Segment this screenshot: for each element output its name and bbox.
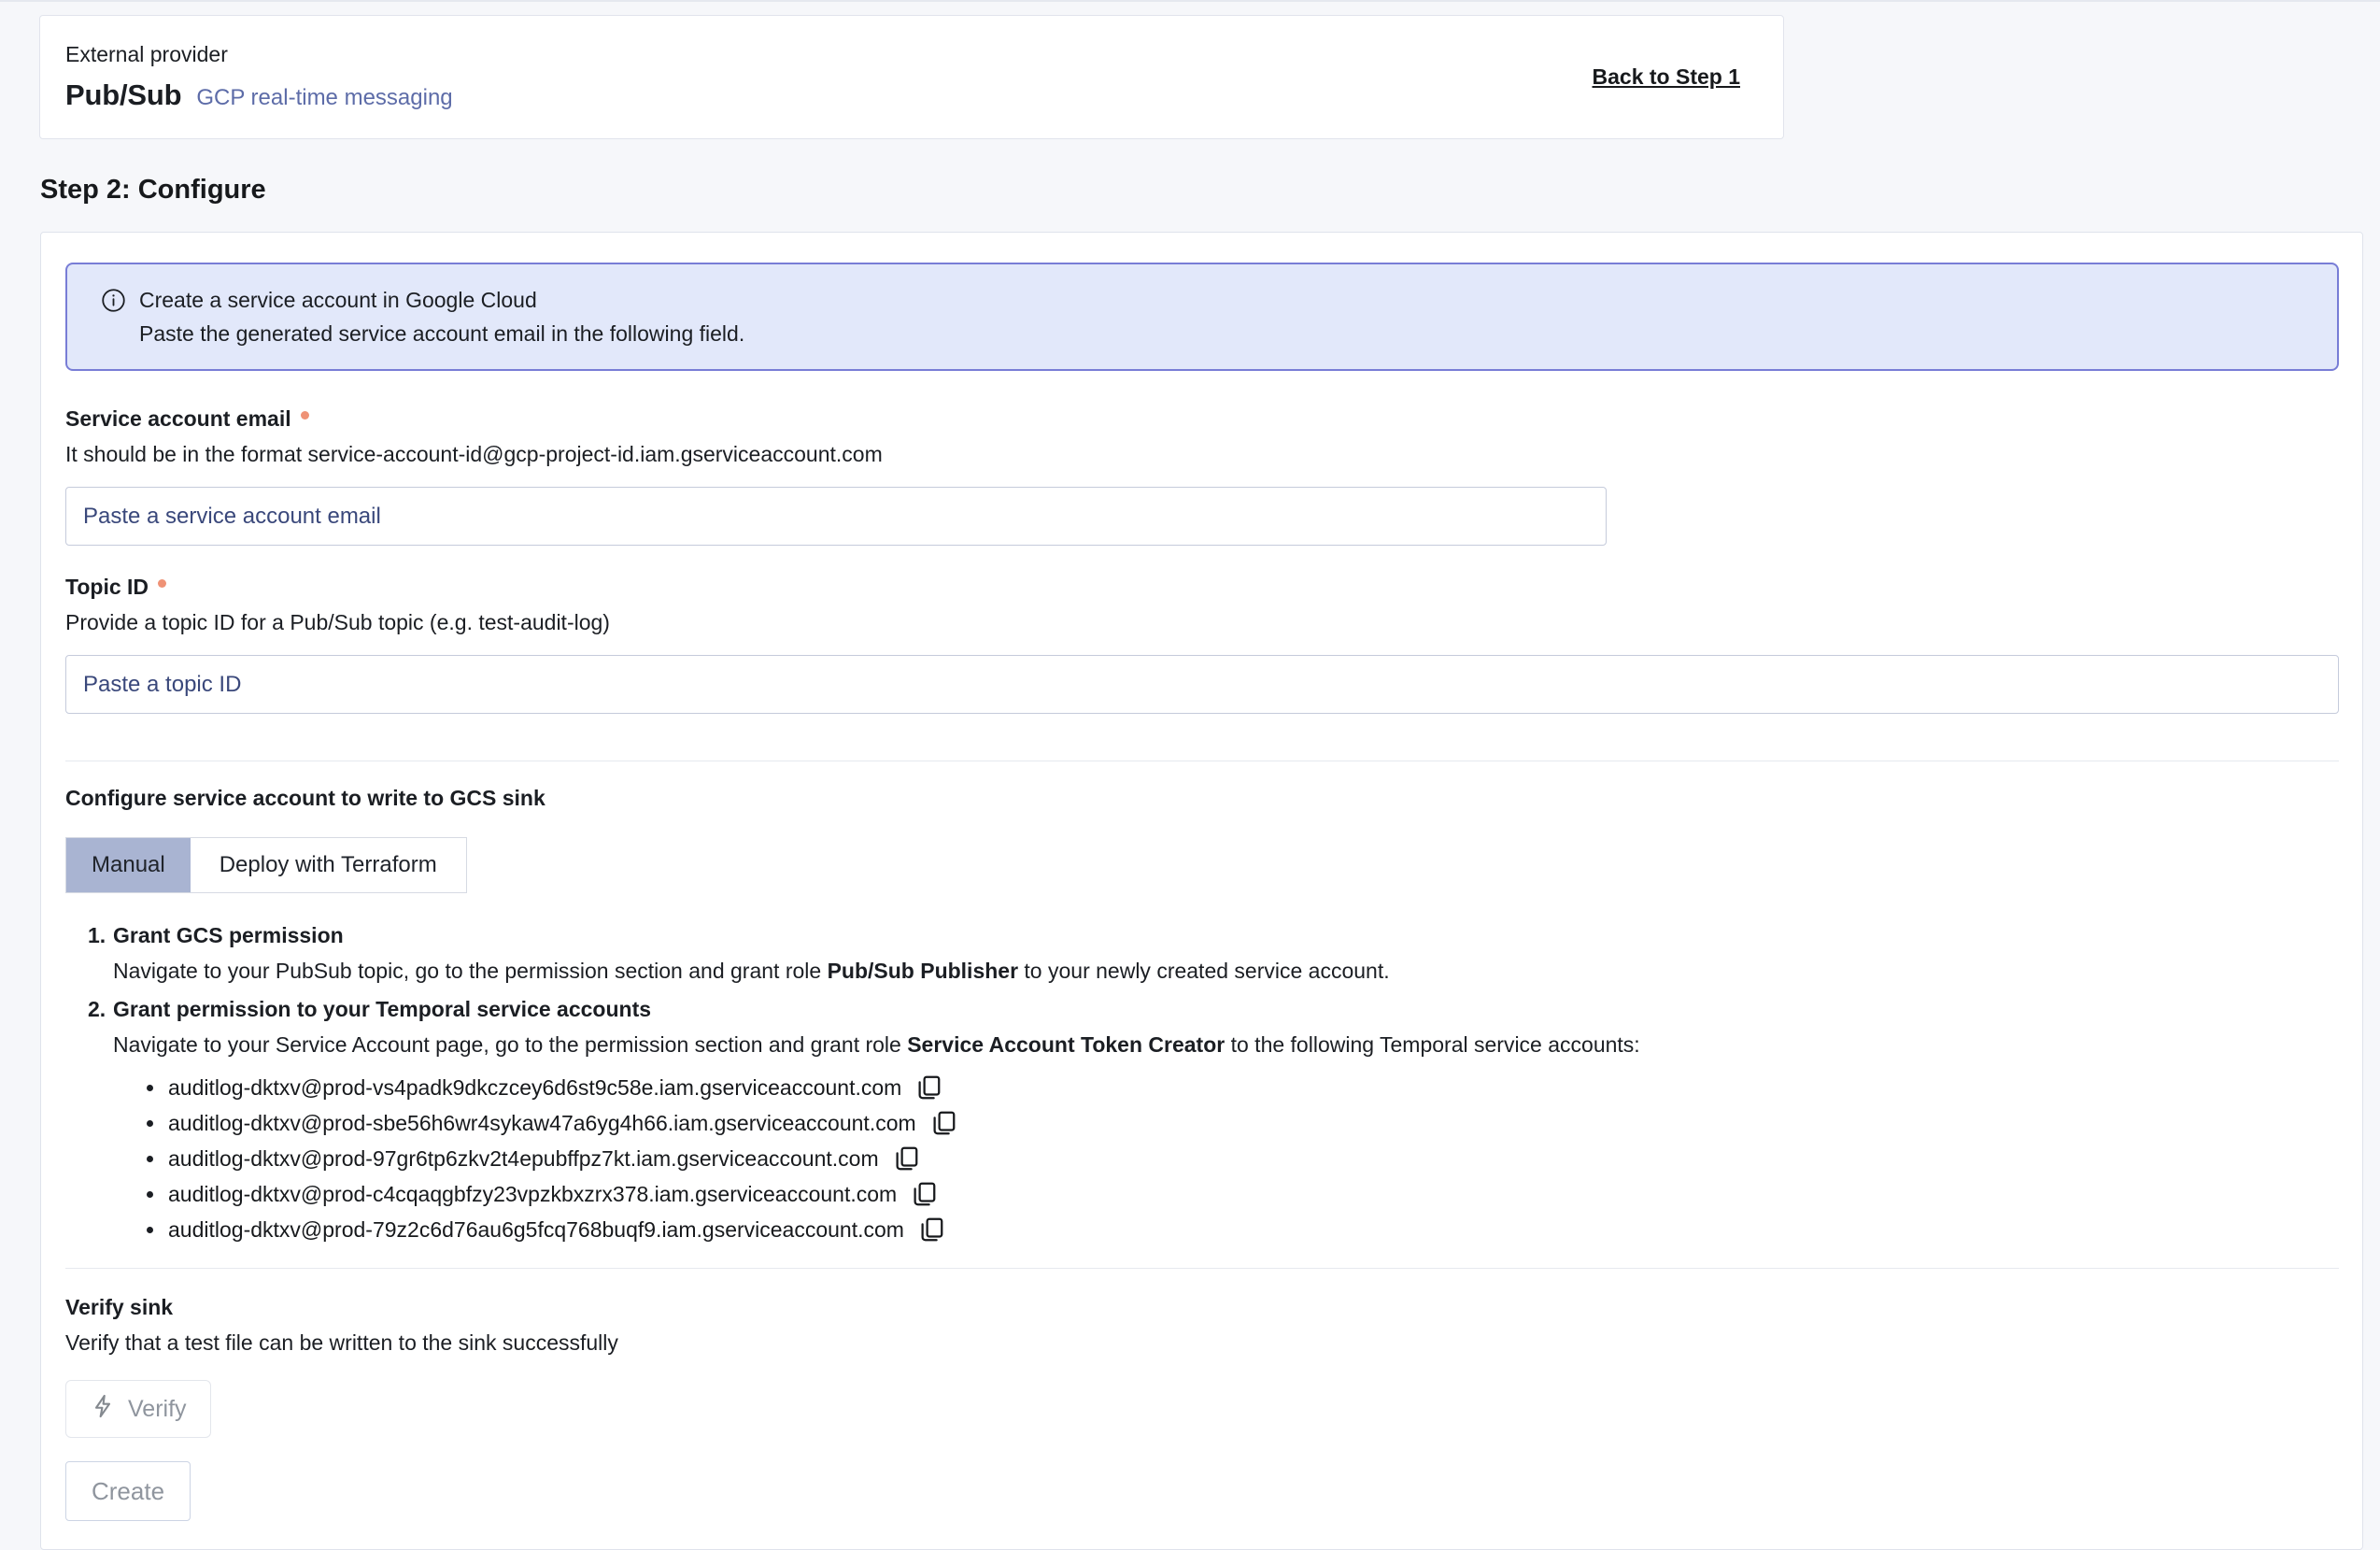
copy-icon[interactable] [928,1108,958,1138]
step-title: Grant GCS permission [113,923,2339,948]
service-account-email: auditlog-dktxv@prod-vs4padk9dkczcey6d6st… [168,1075,901,1101]
service-account-email: auditlog-dktxv@prod-97gr6tp6zkv2t4epubff… [168,1146,879,1172]
copy-icon[interactable] [914,1073,943,1102]
back-to-step-1-link[interactable]: Back to Step 1 [1593,64,1741,90]
configure-section-title: Configure service account to write to GC… [65,786,2339,811]
verify-sink-title: Verify sink [65,1295,2339,1320]
verify-sink-helper: Verify that a test file can be written t… [65,1330,2339,1356]
list-item: auditlog-dktxv@prod-97gr6tp6zkv2t4epubff… [113,1141,2339,1176]
service-account-email: auditlog-dktxv@prod-79z2c6d76au6g5fcq768… [168,1217,904,1243]
zap-icon [90,1393,116,1426]
step-number: 2. [88,997,106,1022]
list-item: auditlog-dktxv@prod-79z2c6d76au6g5fcq768… [113,1212,2339,1247]
bullet-dot [147,1227,153,1233]
copy-icon[interactable] [909,1179,939,1209]
step-title: Grant permission to your Temporal servic… [113,997,2339,1022]
provider-name: Pub/Sub [65,78,181,112]
step-body-text: Navigate to your PubSub topic, go to the… [113,959,828,983]
bullet-dot [147,1120,153,1127]
provider-info: External provider Pub/Sub GCP real-time … [65,42,453,112]
step-body-text: to your newly created service account. [1018,959,1390,983]
step-grant-gcs-permission: 1. Grant GCS permission Navigate to your… [65,923,2339,984]
topic-id-helper: Provide a topic ID for a Pub/Sub topic (… [65,610,2339,635]
topic-id-input[interactable] [65,655,2339,714]
verify-button-label: Verify [128,1396,187,1423]
bullet-dot [147,1085,153,1091]
role-name: Service Account Token Creator [907,1032,1225,1057]
topic-id-label: Topic ID [65,575,149,600]
info-alert: Create a service account in Google Cloud… [65,263,2339,371]
service-account-email-input[interactable] [65,487,1607,546]
required-indicator [158,579,166,588]
alert-title: Create a service account in Google Cloud [139,288,537,313]
step-body-text: to the following Temporal service accoun… [1225,1032,1639,1057]
service-account-email-helper: It should be in the format service-accou… [65,442,2339,467]
service-account-email-label: Service account email [65,406,291,432]
provider-subtitle: GCP real-time messaging [196,85,452,111]
required-indicator [301,411,309,419]
configure-card: Create a service account in Google Cloud… [40,232,2363,1550]
provider-eyebrow: External provider [65,42,453,67]
step-grant-temporal-permission: 2. Grant permission to your Temporal ser… [65,997,2339,1247]
tab-deploy-with-terraform[interactable]: Deploy with Terraform [191,838,466,892]
step-body: Navigate to your Service Account page, g… [113,1031,2339,1058]
section-divider [65,1268,2339,1269]
step-body: Navigate to your PubSub topic, go to the… [113,958,2339,984]
bullet-dot [147,1156,153,1162]
step-body-text: Navigate to your Service Account page, g… [113,1032,907,1057]
verify-button[interactable]: Verify [65,1380,211,1438]
bullet-dot [147,1191,153,1198]
service-account-email: auditlog-dktxv@prod-c4cqaqgbfzy23vpzkbxz… [168,1182,897,1207]
manual-steps-list: 1. Grant GCS permission Navigate to your… [65,923,2339,1247]
list-item: auditlog-dktxv@prod-c4cqaqgbfzy23vpzkbxz… [113,1176,2339,1212]
create-button[interactable]: Create [65,1461,191,1521]
deploy-method-tabs: Manual Deploy with Terraform [65,837,467,893]
list-item: auditlog-dktxv@prod-vs4padk9dkczcey6d6st… [113,1070,2339,1105]
copy-icon[interactable] [916,1215,946,1244]
temporal-service-account-list: auditlog-dktxv@prod-vs4padk9dkczcey6d6st… [113,1070,2339,1247]
page-title: Step 2: Configure [40,175,2380,206]
alert-body: Paste the generated service account emai… [139,321,2318,347]
tab-manual[interactable]: Manual [66,838,191,892]
role-name: Pub/Sub Publisher [828,959,1018,983]
copy-icon[interactable] [891,1144,921,1173]
step-number: 1. [88,923,106,948]
service-account-email: auditlog-dktxv@prod-sbe56h6wr4sykaw47a6y… [168,1111,916,1136]
create-button-label: Create [92,1477,164,1506]
provider-card: External provider Pub/Sub GCP real-time … [39,15,1784,139]
audit-log-sink-config-page: { "provider_card": { "eyebrow": "Externa… [0,0,2380,1534]
list-item: auditlog-dktxv@prod-sbe56h6wr4sykaw47a6y… [113,1105,2339,1141]
info-icon [101,288,126,313]
